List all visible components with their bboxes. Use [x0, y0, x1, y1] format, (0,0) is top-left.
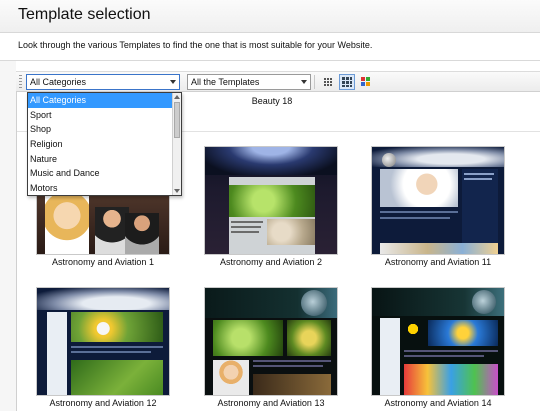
dropdown-option[interactable]: All Categories: [28, 93, 181, 108]
template-thumbnail[interactable]: [372, 288, 504, 395]
template-thumbnail[interactable]: [372, 147, 504, 254]
medium-icons-view-button[interactable]: [339, 74, 355, 90]
category-select-value: All Categories: [30, 77, 87, 87]
scroll-down-icon[interactable]: [174, 189, 180, 193]
template-filter-select[interactable]: All the Templates: [187, 74, 311, 90]
dropdown-option[interactable]: Sport: [28, 108, 181, 123]
dropdown-scrollbar[interactable]: [172, 93, 181, 195]
chevron-down-icon[interactable]: [301, 80, 307, 84]
dropdown-option[interactable]: Religion: [28, 137, 181, 152]
template-thumbnail[interactable]: [205, 288, 337, 395]
large-icons-icon: [361, 77, 371, 87]
template-label: Beauty 18: [251, 96, 293, 106]
dropdown-option[interactable]: Music and Dance: [28, 166, 181, 181]
template-thumbnail[interactable]: [205, 147, 337, 254]
dialog-title: Template selection: [18, 6, 151, 23]
filter-toolbar: All Categories All the Templates: [16, 71, 540, 92]
template-thumbnail[interactable]: [37, 288, 169, 395]
template-name: Astronomy and Aviation 12: [49, 398, 157, 408]
toolbar-grip-icon[interactable]: [19, 75, 22, 89]
medium-icons-icon: [342, 77, 352, 87]
category-select[interactable]: All Categories: [26, 74, 180, 90]
dialog-header: Template selection: [0, 0, 540, 33]
scrollbar-thumb[interactable]: [174, 102, 180, 138]
dialog-description: Look through the various Templates to fi…: [18, 40, 373, 50]
category-dropdown-list[interactable]: All Categories Sport Shop Religion Natur…: [27, 92, 182, 196]
small-icons-view-button[interactable]: [320, 74, 336, 90]
template-name: Astronomy and Aviation 1: [52, 257, 154, 267]
toolbar-separator: [314, 75, 315, 89]
side-pane: [0, 61, 16, 411]
scroll-up-icon[interactable]: [174, 95, 180, 99]
template-name: Astronomy and Aviation 2: [220, 257, 322, 267]
chevron-down-icon[interactable]: [170, 80, 176, 84]
template-filter-value: All the Templates: [191, 77, 260, 87]
template-name: Astronomy and Aviation 13: [217, 398, 325, 408]
large-icons-view-button[interactable]: [358, 74, 374, 90]
dropdown-option[interactable]: Shop: [28, 122, 181, 137]
dropdown-option[interactable]: Motors: [28, 181, 181, 195]
template-name: Astronomy and Aviation 14: [384, 398, 492, 408]
template-name: Astronomy and Aviation 11: [384, 257, 492, 267]
dropdown-option[interactable]: Nature: [28, 152, 181, 167]
header-divider: [0, 60, 540, 61]
small-icons-icon: [324, 78, 332, 86]
